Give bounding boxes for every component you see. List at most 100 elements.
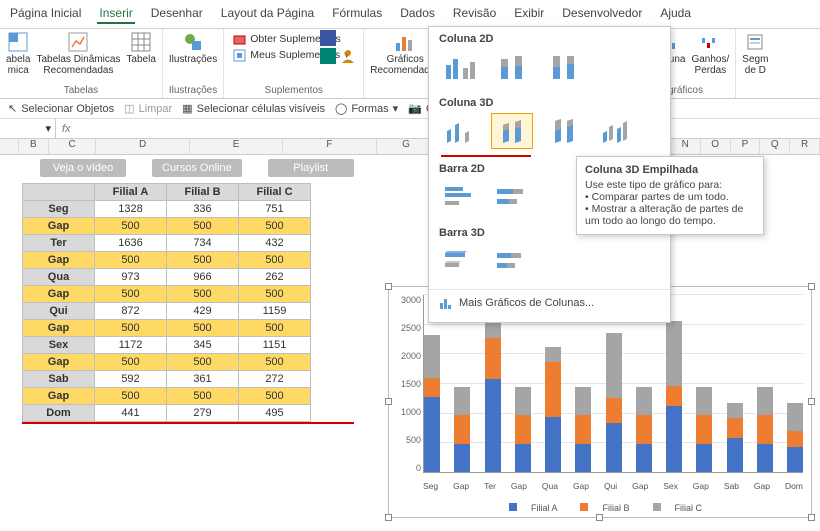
table-row[interactable]: Gap500500500 [23,388,311,405]
table-cell[interactable]: 500 [95,252,167,269]
table-cell[interactable]: 500 [95,320,167,337]
table-cell[interactable]: 1636 [95,235,167,252]
table-row[interactable]: Gap500500500 [23,252,311,269]
illustrations-button[interactable]: Ilustrações [169,31,217,66]
table-cell[interactable]: 1159 [239,303,311,320]
tab-layout[interactable]: Layout da Página [219,4,316,24]
clustered-column-3d[interactable] [439,113,481,149]
table-row[interactable]: Gap500500500 [23,218,311,235]
courses-button[interactable]: Cursos Online [152,159,242,177]
table-cell[interactable]: 872 [95,303,167,320]
more-column-charts[interactable]: Mais Gráficos de Colunas... [429,289,670,316]
tab-ajuda[interactable]: Ajuda [658,4,693,24]
table-cell[interactable]: 495 [239,405,311,422]
table-cell[interactable]: 429 [167,303,239,320]
playlist-button[interactable]: Playlist [268,159,354,177]
col-p[interactable]: P [731,139,761,154]
table-cell[interactable]: 279 [167,405,239,422]
table-cell[interactable]: 500 [239,354,311,371]
table-row[interactable]: Ter1636734432 [23,235,311,252]
table-cell[interactable]: 441 [95,405,167,422]
stacked100-column-3d[interactable] [543,113,585,149]
table-cell[interactable]: 751 [239,201,311,218]
col-f[interactable]: F [283,139,376,154]
table-row[interactable]: Qui8724291159 [23,303,311,320]
table-row[interactable]: Gap500500500 [23,286,311,303]
slicer-button[interactable]: Segm de D [742,31,768,76]
table-cell[interactable]: 345 [167,337,239,354]
table-cell[interactable]: 966 [167,269,239,286]
table-cell[interactable]: 262 [239,269,311,286]
clustered-bar-2d[interactable] [439,179,481,215]
tab-inserir[interactable]: Inserir [97,4,134,24]
table-row[interactable]: Sab592361272 [23,371,311,388]
table-cell[interactable]: 500 [95,286,167,303]
tab-revisao[interactable]: Revisão [451,4,498,24]
shapes-button[interactable]: ◯Formas▾ [335,102,398,115]
table-cell[interactable]: 500 [95,218,167,235]
table-cell[interactable]: 500 [239,218,311,235]
select-objects-button[interactable]: ↖Selecionar Objetos [8,102,114,115]
col-d[interactable]: D [96,139,189,154]
table-row[interactable]: Dom441279495 [23,405,311,422]
stacked-column-2d[interactable] [491,49,533,85]
clustered-bar-3d[interactable] [439,243,481,279]
stacked-column-3d[interactable] [491,113,533,149]
sparkline-winloss-button[interactable]: Ganhos/ Perdas [691,31,729,76]
table-cell[interactable]: 500 [239,286,311,303]
tab-dev[interactable]: Desenvolvedor [560,4,644,24]
clear-button[interactable]: ◫Limpar [124,102,172,115]
col-n[interactable]: N [671,139,701,154]
table-cell[interactable]: 500 [167,252,239,269]
table-cell[interactable]: 336 [167,201,239,218]
stacked-bar-2d[interactable] [491,179,533,215]
table-cell[interactable]: 500 [167,354,239,371]
col-o[interactable]: O [701,139,731,154]
tab-exibir[interactable]: Exibir [512,4,546,24]
table-cell[interactable]: 1151 [239,337,311,354]
tab-formulas[interactable]: Fórmulas [330,4,384,24]
table-cell[interactable]: 500 [167,320,239,337]
col-c[interactable]: C [49,139,97,154]
table-cell[interactable]: 734 [167,235,239,252]
table-cell[interactable]: 500 [167,286,239,303]
name-box[interactable]: ▾ [0,119,56,138]
col-q[interactable]: Q [760,139,790,154]
table-row[interactable]: Gap500500500 [23,320,311,337]
table-cell[interactable]: 1172 [95,337,167,354]
data-table[interactable]: Filial A Filial B Filial C Seg1328336751… [22,183,311,422]
bing-icon[interactable] [320,48,336,64]
column-3d[interactable] [595,113,637,149]
stacked100-column-2d[interactable] [543,49,585,85]
table-cell[interactable]: 500 [95,354,167,371]
tab-desenhar[interactable]: Desenhar [149,4,205,24]
table-cell[interactable]: 1328 [95,201,167,218]
fx-icon[interactable]: fx [56,123,77,135]
col-r[interactable]: R [790,139,820,154]
select-visible-button[interactable]: ▦Selecionar células visíveis [182,102,325,115]
table-row[interactable]: Sex11723451151 [23,337,311,354]
table-cell[interactable]: 361 [167,371,239,388]
table-row[interactable]: Seg1328336751 [23,201,311,218]
table-cell[interactable]: 500 [167,388,239,405]
table-row[interactable]: Gap500500500 [23,354,311,371]
table-cell[interactable]: 973 [95,269,167,286]
table-cell[interactable]: 272 [239,371,311,388]
table-button[interactable]: Tabela [126,31,155,66]
col-b[interactable]: B [19,139,49,154]
visio-icon[interactable] [320,30,336,46]
video-button[interactable]: Veja o vídeo [40,159,126,177]
table-cell[interactable]: 432 [239,235,311,252]
people-icon[interactable] [340,48,356,64]
tab-dados[interactable]: Dados [398,4,437,24]
col-e[interactable]: E [190,139,283,154]
table-cell[interactable]: 500 [239,388,311,405]
clustered-column-2d[interactable] [439,49,481,85]
tab-home[interactable]: Página Inicial [8,4,83,24]
table-cell[interactable]: 500 [167,218,239,235]
table-cell[interactable]: 500 [239,320,311,337]
chevron-down-icon[interactable]: ▾ [45,122,51,135]
table-cell[interactable]: 500 [95,388,167,405]
table-row[interactable]: Qua973966262 [23,269,311,286]
rec-pivot-button[interactable]: Tabelas Dinâmicas Recomendadas [36,31,120,76]
